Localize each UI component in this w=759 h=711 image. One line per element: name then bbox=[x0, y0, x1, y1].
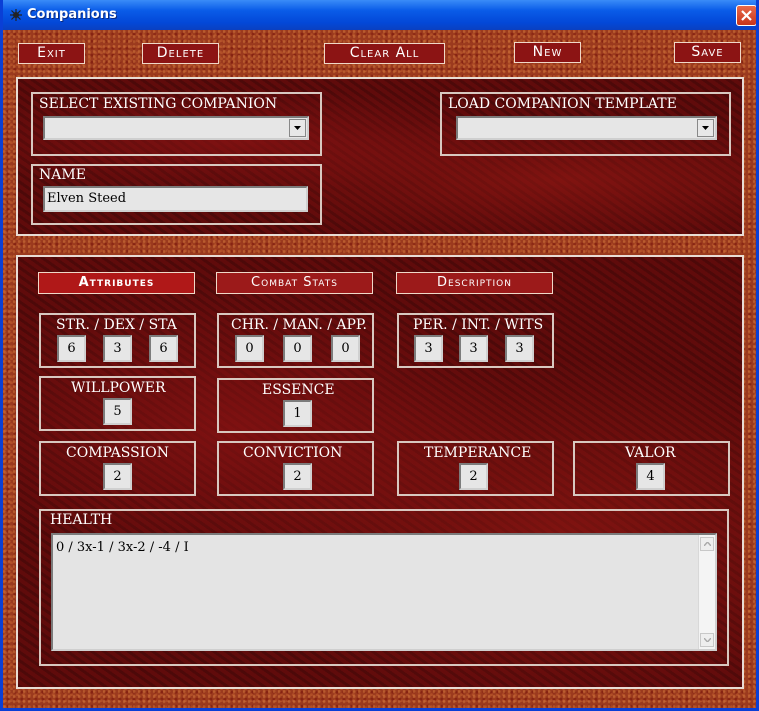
window-title: Companions bbox=[27, 7, 117, 22]
tab-combat-stats[interactable]: Combat Stats bbox=[216, 272, 373, 294]
exit-button[interactable]: Exit bbox=[18, 43, 85, 64]
compassion-group: COMPASSION 2 bbox=[39, 441, 196, 496]
mental-attributes-group: PER. / INT. / WITS 3 3 3 bbox=[397, 313, 554, 368]
intelligence-value[interactable]: 3 bbox=[459, 335, 488, 362]
manipulation-value[interactable]: 0 bbox=[283, 335, 312, 362]
tab-attributes[interactable]: Attributes bbox=[38, 272, 195, 294]
chevron-down-icon bbox=[704, 638, 711, 642]
temperance-label: TEMPERANCE bbox=[424, 445, 532, 461]
name-input[interactable]: Elven Steed bbox=[43, 186, 308, 212]
scroll-down-button[interactable] bbox=[700, 633, 714, 647]
select-existing-group: SELECT EXISTING COMPANION bbox=[31, 92, 322, 156]
clear-all-button[interactable]: Clear All bbox=[324, 43, 445, 64]
select-existing-dropdown[interactable] bbox=[43, 116, 309, 140]
health-textarea[interactable]: 0 / 3x-1 / 3x-2 / -4 / I bbox=[51, 533, 717, 651]
companion-select-panel: SELECT EXISTING COMPANION LOAD COMPANION… bbox=[16, 77, 744, 236]
perception-value[interactable]: 3 bbox=[414, 335, 443, 362]
mental-label: PER. / INT. / WITS bbox=[413, 317, 544, 333]
valor-value[interactable]: 4 bbox=[636, 463, 665, 490]
chevron-down-icon bbox=[702, 126, 709, 130]
title-bar[interactable]: Companions bbox=[3, 0, 756, 30]
essence-value[interactable]: 1 bbox=[283, 400, 312, 427]
client-area: Exit Delete Clear All New Save SELECT EX… bbox=[3, 30, 756, 708]
wits-value[interactable]: 3 bbox=[505, 335, 534, 362]
social-attributes-group: CHR. / MAN. / APP. 0 0 0 bbox=[217, 313, 374, 368]
chevron-up-icon bbox=[704, 542, 711, 546]
close-icon bbox=[741, 10, 752, 21]
name-label: NAME bbox=[39, 167, 86, 183]
willpower-label: WILLPOWER bbox=[71, 380, 166, 396]
stamina-value[interactable]: 6 bbox=[149, 335, 178, 362]
select-existing-label: SELECT EXISTING COMPANION bbox=[39, 96, 278, 112]
willpower-value[interactable]: 5 bbox=[103, 398, 132, 425]
essence-label: ESSENCE bbox=[262, 382, 335, 398]
new-button[interactable]: New bbox=[514, 42, 581, 63]
strength-value[interactable]: 6 bbox=[57, 335, 86, 362]
compassion-value[interactable]: 2 bbox=[103, 463, 132, 490]
dropdown-arrow-button[interactable] bbox=[697, 119, 714, 137]
appearance-value[interactable]: 0 bbox=[331, 335, 360, 362]
essence-group: ESSENCE 1 bbox=[217, 378, 374, 433]
load-template-group: LOAD COMPANION TEMPLATE bbox=[440, 92, 731, 156]
compassion-label: COMPASSION bbox=[66, 445, 169, 461]
load-template-label: LOAD COMPANION TEMPLATE bbox=[448, 96, 677, 112]
close-button[interactable] bbox=[736, 5, 756, 26]
health-scrollbar[interactable] bbox=[698, 535, 715, 649]
valor-group: VALOR 4 bbox=[573, 441, 730, 496]
social-label: CHR. / MAN. / APP. bbox=[231, 317, 367, 333]
physical-label: STR. / DEX / STA bbox=[56, 317, 177, 333]
conviction-value[interactable]: 2 bbox=[283, 463, 312, 490]
willpower-group: WILLPOWER 5 bbox=[39, 376, 196, 431]
save-button[interactable]: Save bbox=[674, 42, 741, 63]
load-template-dropdown[interactable] bbox=[456, 116, 717, 140]
valor-label: VALOR bbox=[625, 445, 676, 461]
attributes-panel: Attributes Combat Stats Description STR.… bbox=[16, 255, 744, 689]
health-label: HEALTH bbox=[50, 512, 113, 528]
tab-description[interactable]: Description bbox=[396, 272, 553, 294]
scroll-up-button[interactable] bbox=[700, 537, 714, 551]
delete-button[interactable]: Delete bbox=[142, 43, 219, 64]
temperance-value[interactable]: 2 bbox=[459, 463, 488, 490]
name-group: NAME Elven Steed bbox=[31, 164, 322, 225]
dexterity-value[interactable]: 3 bbox=[103, 335, 132, 362]
health-text: 0 / 3x-1 / 3x-2 / -4 / I bbox=[56, 540, 189, 555]
chevron-down-icon bbox=[294, 126, 301, 130]
companions-window: Companions Exit Delete Clear All New Sav… bbox=[0, 0, 759, 711]
physical-attributes-group: STR. / DEX / STA 6 3 6 bbox=[39, 313, 196, 368]
dropdown-arrow-button[interactable] bbox=[289, 119, 306, 137]
temperance-group: TEMPERANCE 2 bbox=[397, 441, 554, 496]
app-icon bbox=[10, 9, 22, 21]
conviction-label: CONVICTION bbox=[243, 445, 343, 461]
health-group: HEALTH 0 / 3x-1 / 3x-2 / -4 / I bbox=[39, 509, 729, 666]
charisma-value[interactable]: 0 bbox=[235, 335, 264, 362]
conviction-group: CONVICTION 2 bbox=[217, 441, 374, 496]
